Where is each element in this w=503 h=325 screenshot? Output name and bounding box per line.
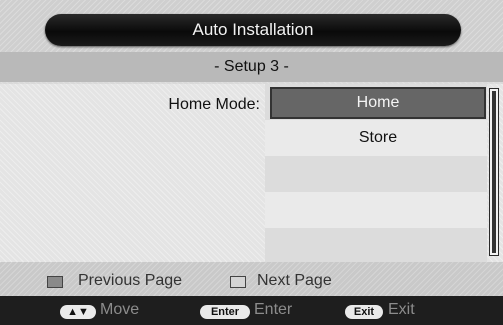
control-hint-bar: ▲▼ Move Enter Enter Exit Exit bbox=[0, 296, 503, 325]
arrow-keys-icon: ▲▼ bbox=[60, 305, 96, 319]
window-title: Auto Installation bbox=[192, 20, 314, 39]
red-key-swatch bbox=[47, 276, 63, 288]
exit-hint: Exit bbox=[388, 301, 415, 318]
enter-key-icon: Enter bbox=[200, 305, 250, 319]
exit-key-icon: Exit bbox=[345, 305, 383, 319]
osd-window: Auto Installation - Setup 3 - Home Mode:… bbox=[0, 0, 503, 325]
next-page-hint[interactable]: Next Page bbox=[257, 272, 332, 290]
title-pill: Auto Installation bbox=[45, 14, 461, 46]
option-store[interactable]: Store bbox=[270, 122, 486, 154]
enter-hint: Enter bbox=[254, 301, 293, 318]
scrollbar-thumb[interactable] bbox=[492, 91, 496, 253]
option-home[interactable]: Home bbox=[270, 87, 486, 119]
green-key-swatch bbox=[230, 276, 246, 288]
step-indicator: - Setup 3 - bbox=[0, 52, 503, 82]
title-bar: Auto Installation bbox=[0, 0, 503, 52]
settings-panel: Home Mode: Home Store bbox=[0, 84, 503, 262]
previous-page-hint[interactable]: Previous Page bbox=[78, 272, 182, 290]
scrollbar[interactable] bbox=[489, 88, 499, 256]
home-mode-label: Home Mode: bbox=[168, 96, 260, 113]
color-key-legend: Previous Page Next Page bbox=[0, 262, 503, 296]
move-hint: Move bbox=[100, 301, 140, 318]
